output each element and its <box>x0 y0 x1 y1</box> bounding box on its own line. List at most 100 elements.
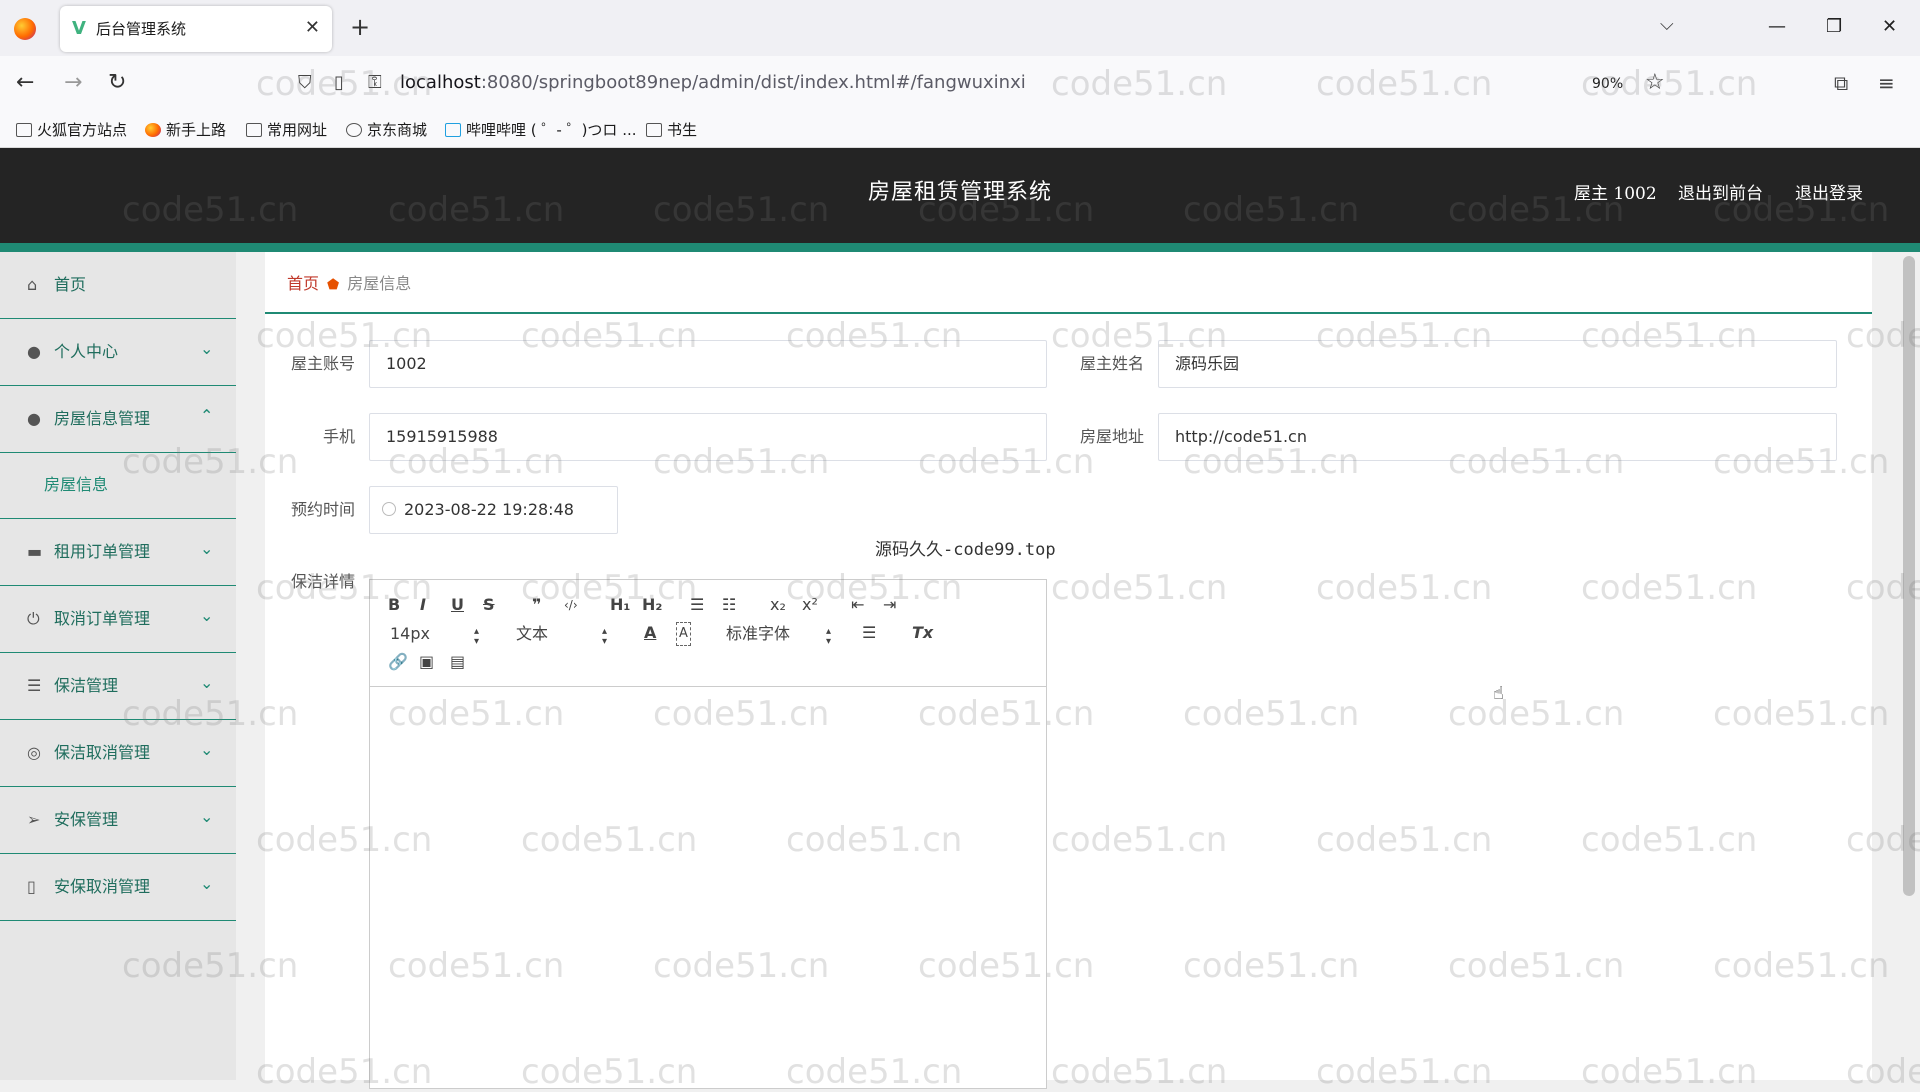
bookmark-item[interactable]: 哔哩哔哩 ( ゜- ゜)つロ ... <box>445 120 637 140</box>
minimize-button[interactable]: — <box>1768 12 1786 42</box>
bookmark-item[interactable]: 常用网址 <box>246 120 327 140</box>
chevron-down-icon: ⌄ <box>200 807 214 826</box>
italic-button[interactable]: I <box>420 594 426 616</box>
globe-icon <box>346 123 362 137</box>
sidebar-item-cleaning[interactable]: ☰ 保洁管理 ⌄ <box>0 653 236 720</box>
browser-tab-bar: V 后台管理系统 ✕ + ⌵ — ❐ ✕ <box>0 0 1920 56</box>
close-window-button[interactable]: ✕ <box>1882 12 1897 42</box>
sidebar: ⌂ 首页 ● 个人中心 ⌄ ● 房屋信息管理 ⌃ 房屋信息 ▬ 租用订单管理 ⌄… <box>0 252 236 1080</box>
chevron-down-icon: ⌄ <box>200 740 214 759</box>
sidebar-item-label: 保洁管理 <box>54 676 119 695</box>
new-tab-button[interactable]: + <box>350 14 370 40</box>
forward-arrow-icon[interactable]: → <box>64 68 82 98</box>
phone-label: 手机 <box>322 427 355 446</box>
url-bar[interactable]: localhost:8080/springboot89nep/admin/dis… <box>400 70 1026 96</box>
extensions-icon[interactable]: ⧉ <box>1834 70 1848 96</box>
background-color-button[interactable]: A <box>676 622 691 646</box>
mobile-icon: ▯ <box>27 877 36 896</box>
browser-tab[interactable]: V 后台管理系统 ✕ <box>60 6 332 52</box>
h2-button[interactable]: H₂ <box>642 594 662 616</box>
image-button[interactable]: ▣ <box>419 651 434 673</box>
current-user: 屋主 1002 <box>1574 184 1657 204</box>
sidebar-item-house-info-management[interactable]: ● 房屋信息管理 ⌃ <box>0 386 236 453</box>
chevron-down-icon: ⌄ <box>200 539 214 558</box>
video-button[interactable]: ▤ <box>450 651 465 673</box>
shield-icon[interactable]: ⛉ <box>298 70 312 96</box>
address-field[interactable]: http://code51.cn <box>1158 413 1837 461</box>
indent-button[interactable]: ⇥ <box>883 594 896 616</box>
cleaning-details-label: 保洁详情 <box>290 572 355 591</box>
address-label: 房屋地址 <box>1079 427 1144 446</box>
bookmark-item[interactable]: 新手上路 <box>145 120 226 140</box>
sidebar-item-rental-orders[interactable]: ▬ 租用订单管理 ⌄ <box>0 519 236 586</box>
select-arrows-icon: ▴ ▾ <box>602 626 608 647</box>
align-button[interactable]: ☰ <box>862 622 876 644</box>
owner-account-field[interactable]: 1002 <box>369 340 1047 388</box>
header-select[interactable]: 文本 ▴ ▾ <box>516 623 616 647</box>
app-header: 房屋租赁管理系统 屋主 1002 退出到前台 退出登录 <box>0 148 1920 243</box>
font-size-select[interactable]: 14px ▴ ▾ <box>390 623 490 647</box>
strike-button[interactable]: S <box>483 594 495 616</box>
folder-icon <box>16 123 32 137</box>
reserve-time-value: 2023-08-22 19:28:48 <box>404 500 574 519</box>
select-arrows-icon: ▴ ▾ <box>474 626 480 647</box>
tab-close-icon[interactable]: ✕ <box>305 17 320 39</box>
outdent-button[interactable]: ⇤ <box>851 594 864 616</box>
font-family-select[interactable]: 标准字体 ▴ ▾ <box>726 623 836 647</box>
ordered-list-button[interactable]: ☰ <box>690 594 704 616</box>
sidebar-item-label: 租用订单管理 <box>54 542 151 561</box>
sidebar-item-security-cancel[interactable]: ▯ 安保取消管理 ⌄ <box>0 854 236 921</box>
back-arrow-icon[interactable]: ← <box>16 68 34 98</box>
select-arrows-icon: ▴ ▾ <box>826 626 832 647</box>
source-note: 源码久久-code99.top <box>875 540 1056 560</box>
restore-button[interactable]: ❐ <box>1826 12 1842 42</box>
clock-icon <box>382 502 396 516</box>
folder-icon <box>246 123 262 137</box>
sidebar-item-security[interactable]: ➢ 安保管理 ⌄ <box>0 787 236 854</box>
logout-link[interactable]: 退出登录 <box>1795 182 1863 206</box>
breadcrumb-home-link[interactable]: 首页 <box>287 274 319 293</box>
phone-field[interactable]: 15915915988 <box>369 413 1047 461</box>
sidebar-subitem-house-info[interactable]: 房屋信息 <box>0 453 236 519</box>
sidebar-item-home[interactable]: ⌂ 首页 <box>0 252 236 319</box>
page-scrollbar[interactable] <box>1898 252 1920 1080</box>
zoom-level[interactable]: 90% <box>1592 74 1623 94</box>
bilibili-icon <box>445 123 461 137</box>
menu-icon[interactable]: ≡ <box>1878 70 1895 96</box>
bookmarks-bar: 火狐官方站点 新手上路 常用网址 京东商城 哔哩哔哩 ( ゜- ゜)つロ ...… <box>0 112 1920 148</box>
rich-text-editor[interactable]: B I U S ❞ ‹/› H₁ H₂ ☰ ☷ x₂ x² ⇤ ⇥ 14px ▴ ▾… <box>369 579 1047 1089</box>
sidebar-item-personal-center[interactable]: ● 个人中心 ⌄ <box>0 319 236 386</box>
chevron-down-icon: ⌄ <box>200 606 214 625</box>
code-block-button[interactable]: ‹/› <box>564 594 578 616</box>
sidebar-item-label: 个人中心 <box>54 342 119 361</box>
text-color-button[interactable]: A <box>644 622 656 644</box>
reload-icon[interactable]: ↻ <box>108 68 126 98</box>
reserve-time-picker[interactable]: 2023-08-22 19:28:48 <box>369 486 618 534</box>
sidebar-item-label: 房屋信息管理 <box>54 409 151 428</box>
bookmark-star-icon[interactable]: ☆ <box>1645 68 1665 98</box>
link-button[interactable]: 🔗 <box>388 651 408 673</box>
sidebar-item-cleaning-cancel[interactable]: ◎ 保洁取消管理 ⌄ <box>0 720 236 787</box>
send-icon: ➢ <box>27 810 41 829</box>
bold-button[interactable]: B <box>388 594 400 616</box>
main-content: 首页 ⬟ 房屋信息 屋主账号 1002 屋主姓名 源码乐园 手机 159159159… <box>265 252 1872 1089</box>
key-icon[interactable]: ⚿ <box>368 70 382 96</box>
h1-button[interactable]: H₁ <box>610 594 630 616</box>
underline-button[interactable]: U <box>451 594 464 616</box>
superscript-button[interactable]: x² <box>802 594 818 616</box>
sidebar-item-label: 房屋信息 <box>44 475 109 494</box>
scrollbar-thumb[interactable] <box>1903 256 1915 896</box>
bullet-list-button[interactable]: ☷ <box>722 594 736 616</box>
sidebar-item-cancel-orders[interactable]: ⏻ 取消订单管理 ⌄ <box>0 586 236 653</box>
back-to-front-link[interactable]: 退出到前台 <box>1678 182 1763 206</box>
owner-name-field[interactable]: 源码乐园 <box>1158 340 1837 388</box>
bookmark-item[interactable]: 京东商城 <box>346 120 427 140</box>
power-icon: ⏻ <box>27 609 40 628</box>
page-icon: ▯ <box>334 72 344 93</box>
tab-list-chevron-icon[interactable]: ⌵ <box>1660 14 1674 35</box>
clean-format-button[interactable]: Tx <box>912 622 933 644</box>
blockquote-button[interactable]: ❞ <box>532 594 541 616</box>
bookmark-item[interactable]: 书生 <box>646 120 697 140</box>
bookmark-item[interactable]: 火狐官方站点 <box>16 120 127 140</box>
subscript-button[interactable]: x₂ <box>770 594 786 616</box>
